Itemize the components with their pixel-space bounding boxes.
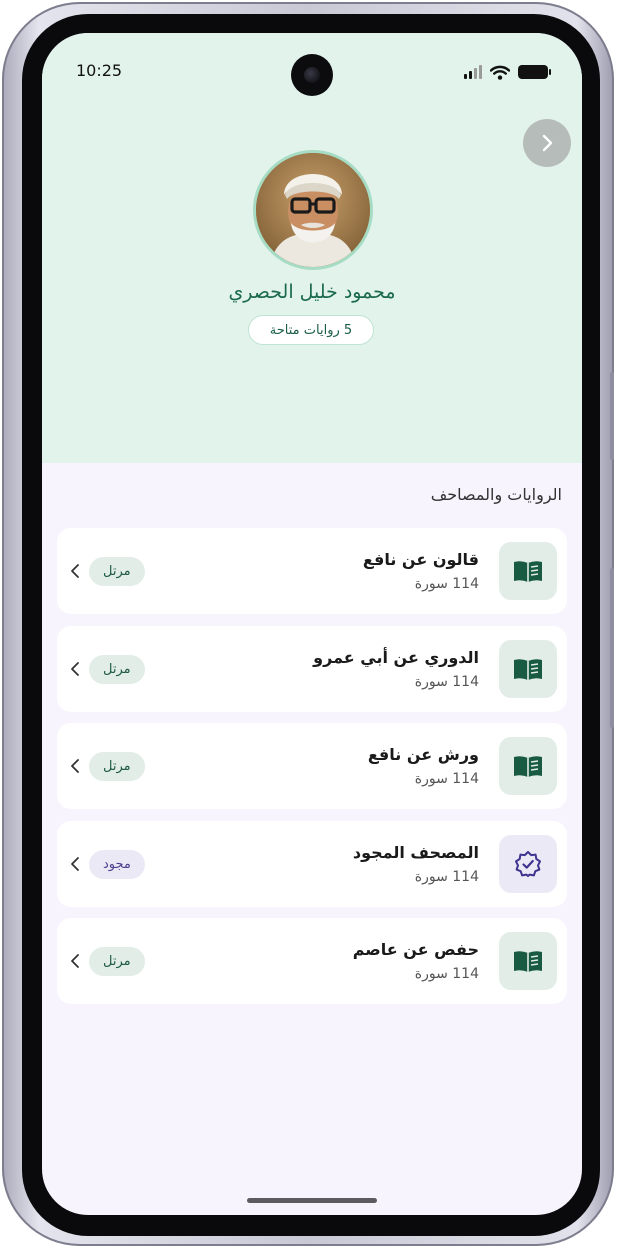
section-title: الروايات والمصاحف <box>430 485 562 504</box>
available-narrations-label: 5 روايات متاحة <box>269 322 353 338</box>
narration-style-tag: مرتل <box>89 947 145 976</box>
open-book-icon <box>514 756 542 777</box>
reciter-avatar <box>253 150 373 270</box>
volume-button <box>610 372 614 460</box>
narration-surah-count: 114 سورة <box>414 576 479 592</box>
narration-card[interactable]: قالون عن نافع 114 سورة مرتل <box>57 528 567 614</box>
reciter-name: محمود خليل الحصري <box>228 281 396 303</box>
available-narrations-badge: 5 روايات متاحة <box>248 315 374 345</box>
battery-icon <box>518 65 551 79</box>
narration-card[interactable]: حفص عن عاصم 114 سورة مرتل <box>57 918 567 1004</box>
narration-icon-box <box>499 737 557 795</box>
chevron-left-icon <box>71 564 79 578</box>
narration-style-tag: مرتل <box>89 752 145 781</box>
narration-title: حفص عن عاصم <box>352 940 479 959</box>
narration-title: ورش عن نافع <box>367 745 479 764</box>
chevron-right-icon <box>542 134 553 152</box>
narration-icon-box <box>499 542 557 600</box>
narration-surah-count: 114 سورة <box>414 771 479 787</box>
chevron-left-icon <box>71 662 79 676</box>
narration-title: المصحف المجود <box>352 843 479 862</box>
open-book-icon <box>514 561 542 582</box>
chevron-left-icon <box>71 857 79 871</box>
status-time: 10:25 <box>76 61 123 80</box>
app-screen: 10:25 محمود خليل الحصري 5 روايات متاحة ا… <box>42 33 582 1215</box>
narration-icon-box <box>499 835 557 893</box>
verified-badge-icon <box>515 851 541 877</box>
narration-surah-count: 114 سورة <box>414 869 479 885</box>
open-book-icon <box>514 659 542 680</box>
home-indicator[interactable] <box>247 1198 377 1203</box>
front-camera <box>291 54 333 96</box>
narration-style-tag: مجود <box>89 850 145 879</box>
narration-style-tag: مرتل <box>89 655 145 684</box>
narration-card[interactable]: المصحف المجود 114 سورة مجود <box>57 821 567 907</box>
cellular-signal-icon <box>464 65 482 79</box>
narration-style-tag: مرتل <box>89 557 145 586</box>
narration-surah-count: 114 سورة <box>414 674 479 690</box>
narration-card[interactable]: الدوري عن أبي عمرو 114 سورة مرتل <box>57 626 567 712</box>
narration-card[interactable]: ورش عن نافع 114 سورة مرتل <box>57 723 567 809</box>
reciter-header: 10:25 محمود خليل الحصري 5 روايات متاحة <box>42 33 582 463</box>
narration-icon-box <box>499 932 557 990</box>
power-button <box>610 568 614 728</box>
chevron-left-icon <box>71 759 79 773</box>
narration-surah-count: 114 سورة <box>414 966 479 982</box>
wifi-icon <box>490 65 510 80</box>
forward-button[interactable] <box>523 119 571 167</box>
open-book-icon <box>514 951 542 972</box>
status-icons <box>464 63 551 81</box>
chevron-left-icon <box>71 954 79 968</box>
narration-title: الدوري عن أبي عمرو <box>313 648 479 667</box>
narration-title: قالون عن نافع <box>362 550 479 569</box>
narration-icon-box <box>499 640 557 698</box>
